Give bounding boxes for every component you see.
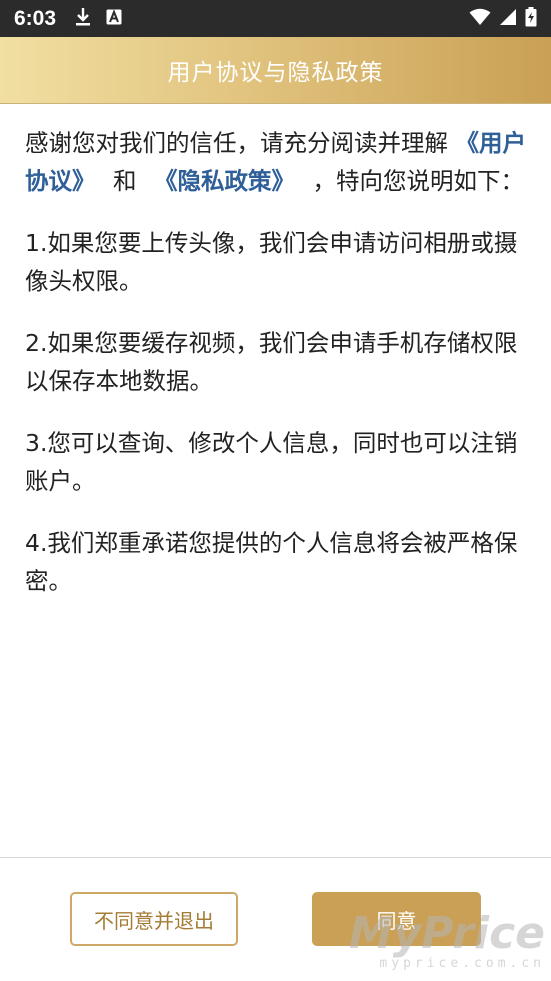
download-icon [74, 7, 92, 31]
list-item: 3.您可以查询、修改个人信息，同时也可以注销账户。 [25, 429, 518, 495]
intro-prefix: 感谢您对我们的信任，请充分阅读并理解 [25, 129, 448, 157]
list-item: 4.我们郑重承诺您提供的个人信息将会被严格保密。 [25, 529, 518, 595]
watermark-domain: myprice.com.cn [379, 956, 545, 971]
header-bar: 用户协议与隐私政策 [0, 37, 551, 104]
intro-and: 和 [112, 167, 137, 195]
page-title: 用户协议与隐私政策 [167, 60, 384, 86]
wifi-icon [469, 8, 491, 30]
agreement-content: 感谢您对我们的信任，请充分阅读并理解 《用户协议》 和 《隐私政策》 ，特向您说… [25, 124, 530, 624]
footer-divider [0, 857, 551, 858]
status-bar: 6:03 [0, 0, 551, 37]
list-item: 1.如果您要上传头像，我们会申请访问相册或摄像头权限。 [25, 229, 518, 295]
list-item: 2.如果您要缓存视频，我们会申请手机存储权限以保存本地数据。 [25, 329, 518, 395]
intro-suffix: ，特向您说明如下： [312, 167, 524, 195]
privacy-policy-link[interactable]: 《隐私政策》 [154, 167, 295, 195]
disagree-exit-button[interactable]: 不同意并退出 [70, 892, 238, 946]
battery-charging-icon [525, 6, 537, 31]
signal-icon [499, 8, 517, 30]
agree-button[interactable]: 同意 [312, 892, 481, 946]
notification-a-icon [106, 8, 122, 29]
status-time: 6:03 [14, 6, 57, 30]
intro-paragraph: 感谢您对我们的信任，请充分阅读并理解 《用户协议》 和 《隐私政策》 ，特向您说… [25, 124, 530, 200]
